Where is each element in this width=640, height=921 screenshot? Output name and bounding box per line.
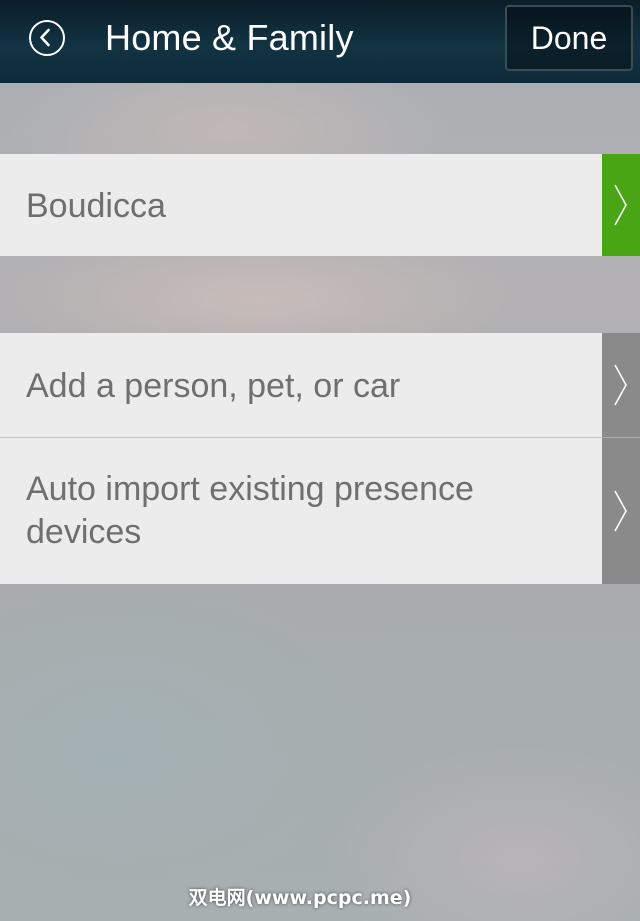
chevron-button[interactable] xyxy=(602,438,640,584)
list-item-add-person[interactable]: Add a person, pet, or car xyxy=(0,333,640,437)
done-button[interactable]: Done xyxy=(505,5,633,71)
chevron-button[interactable] xyxy=(602,333,640,437)
list-item-label: Boudicca xyxy=(26,187,166,225)
list-item-label: Auto import existing presence devices xyxy=(26,470,474,551)
chevron-right-icon xyxy=(614,184,627,226)
page-title: Home & Family xyxy=(105,17,354,58)
list-item-boudicca[interactable]: Boudicca xyxy=(0,154,640,256)
list-item-label: Add a person, pet, or car xyxy=(26,367,401,405)
list-item-auto-import[interactable]: Auto import existing presence devices xyxy=(0,438,640,584)
back-arrow-icon xyxy=(40,28,50,47)
back-button[interactable] xyxy=(29,20,65,56)
chevron-right-icon xyxy=(614,364,627,406)
nav-header: Home & Family Done xyxy=(0,0,640,83)
chevron-right-icon xyxy=(614,490,627,532)
chevron-button[interactable] xyxy=(602,154,640,256)
watermark-text: 双电网(www.pcpc.me) xyxy=(188,887,412,909)
